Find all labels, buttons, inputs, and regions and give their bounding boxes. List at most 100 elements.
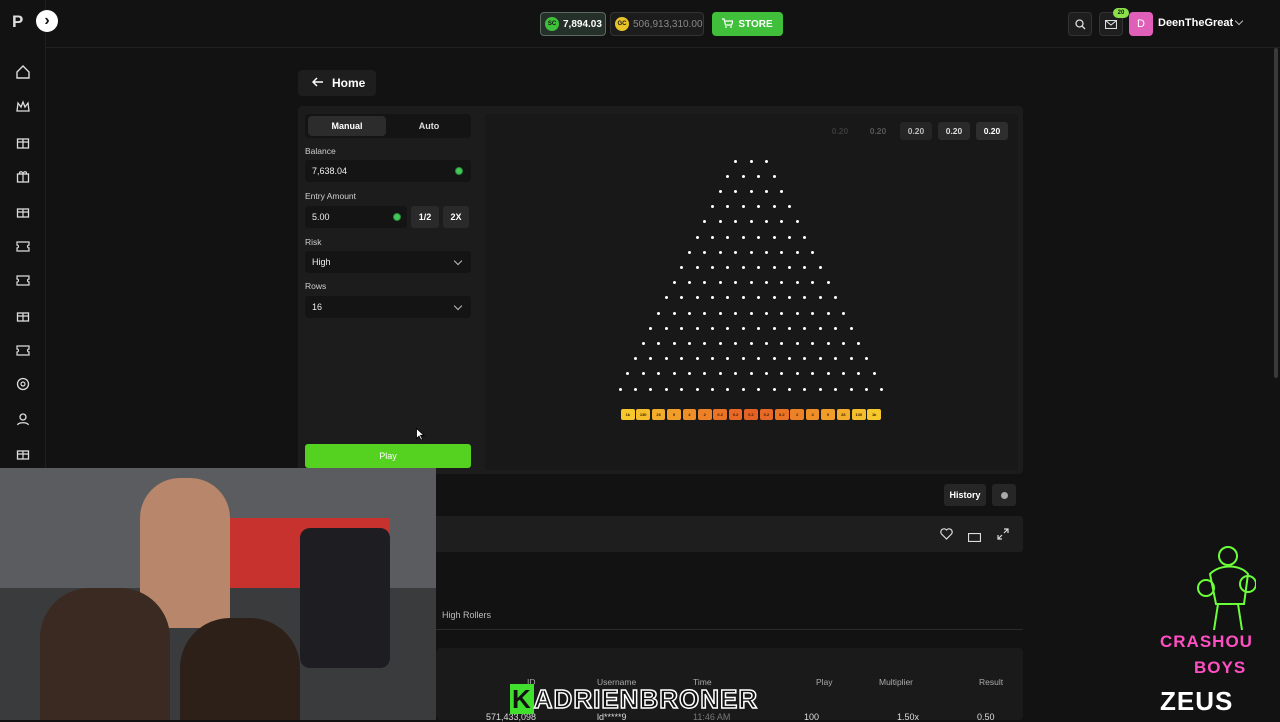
multiplier-bucket: 1k: [621, 409, 635, 420]
peg: [849, 387, 853, 391]
user-icon[interactable]: [13, 409, 33, 429]
play-button[interactable]: Play: [305, 444, 471, 468]
gift-card-icon[interactable]: [13, 305, 33, 325]
peg: [687, 341, 691, 345]
coin-icon: [393, 213, 401, 221]
multiplier-bucket: 26: [836, 409, 851, 420]
multiplier-bucket: 2: [698, 409, 712, 420]
history-button[interactable]: History: [944, 484, 986, 506]
peg: [811, 341, 815, 345]
peg: [764, 189, 768, 193]
peg: [718, 250, 722, 254]
fullscreen-icon[interactable]: [997, 527, 1009, 545]
tab-auto[interactable]: Auto: [390, 116, 468, 136]
peg: [811, 250, 815, 254]
peg: [695, 235, 699, 239]
peg: [826, 311, 830, 315]
voucher-icon[interactable]: [13, 340, 33, 360]
peg: [657, 311, 661, 315]
recent-result-chip: 0.20: [869, 126, 887, 136]
tab-high-rollers[interactable]: High Rollers: [442, 610, 491, 620]
peg: [711, 387, 714, 391]
crown-icon[interactable]: [13, 97, 33, 117]
peg: [657, 341, 661, 345]
peg: [687, 281, 691, 285]
rows-select[interactable]: 16: [305, 296, 471, 318]
peg: [849, 357, 853, 361]
multiplier-bucket: 4: [805, 409, 820, 420]
avatar[interactable]: D: [1129, 12, 1153, 36]
arrow-left-icon: [311, 76, 324, 90]
rows-label: Rows: [305, 281, 327, 291]
column-header-result: Result: [979, 677, 1004, 687]
peg: [795, 281, 799, 285]
peg: [749, 311, 753, 315]
multiplier-bucket: 0.2: [775, 409, 789, 420]
peg: [757, 174, 761, 178]
gold-coin-value: 506,913,310.00: [633, 18, 703, 30]
peg: [718, 281, 722, 285]
peg: [734, 311, 738, 315]
peg: [865, 387, 868, 391]
peg: [711, 326, 714, 330]
webcam-chair: [300, 528, 390, 668]
home-back-button[interactable]: Home: [298, 70, 376, 96]
peg: [634, 387, 637, 391]
peg: [695, 296, 699, 300]
peg: [749, 220, 753, 224]
peg: [772, 296, 776, 300]
peg: [788, 326, 791, 330]
peg: [764, 159, 768, 163]
peg: [734, 159, 738, 163]
multiplier-bucket: 130: [852, 409, 866, 420]
gift-icon[interactable]: [13, 166, 33, 186]
search-button[interactable]: [1068, 12, 1092, 36]
peg: [772, 357, 776, 361]
entry-amount-value: 5.00: [312, 212, 330, 222]
peg: [749, 189, 753, 193]
double-button[interactable]: 2X: [443, 206, 469, 228]
cart-icon: [722, 17, 735, 31]
coupon-icon[interactable]: [13, 270, 33, 290]
home-icon[interactable]: [13, 62, 33, 82]
peg: [772, 265, 776, 269]
scrollbar[interactable]: [1274, 48, 1278, 378]
present-icon[interactable]: [13, 201, 33, 221]
column-header-multiplier: Multiplier: [879, 677, 914, 687]
notification-badge: 20: [1113, 8, 1129, 18]
peg: [664, 326, 668, 330]
peg: [695, 357, 699, 361]
peg: [741, 387, 745, 391]
peg: [757, 387, 761, 391]
peg: [641, 341, 645, 345]
peg: [687, 311, 691, 315]
risk-select[interactable]: High: [305, 251, 471, 273]
username[interactable]: DeenTheGreat: [1158, 17, 1233, 29]
mail-icon: [1105, 19, 1117, 29]
peg: [826, 341, 830, 345]
ticket-icon[interactable]: [13, 236, 33, 256]
gold-coin-balance[interactable]: GC 506,913,310.00: [610, 12, 704, 36]
peg: [818, 326, 822, 330]
tab-manual[interactable]: Manual: [308, 116, 386, 136]
peg: [734, 341, 738, 345]
entry-amount-input[interactable]: 5.00: [305, 206, 407, 228]
gift-box-icon[interactable]: [13, 132, 33, 152]
favorite-icon[interactable]: [940, 527, 953, 545]
support-icon[interactable]: [13, 374, 33, 394]
streamer-name-overlay: KADRIENBRONER: [510, 683, 758, 715]
settings-button[interactable]: [992, 484, 1016, 506]
peg: [749, 281, 753, 285]
site-logo[interactable]: P: [12, 12, 23, 32]
half-button[interactable]: 1/2: [411, 206, 439, 228]
peg: [703, 311, 707, 315]
peg: [818, 357, 822, 361]
store-label: STORE: [738, 18, 773, 30]
recent-result-chip: 0.20: [976, 122, 1008, 140]
multiplier-bucket: 130: [636, 409, 650, 420]
sweeps-coin-balance[interactable]: SC 7,894.03: [540, 12, 606, 36]
search-icon: [1074, 18, 1085, 29]
rewards-icon[interactable]: [13, 443, 33, 463]
theater-mode-icon[interactable]: [967, 529, 982, 547]
store-button[interactable]: STORE: [712, 12, 783, 36]
